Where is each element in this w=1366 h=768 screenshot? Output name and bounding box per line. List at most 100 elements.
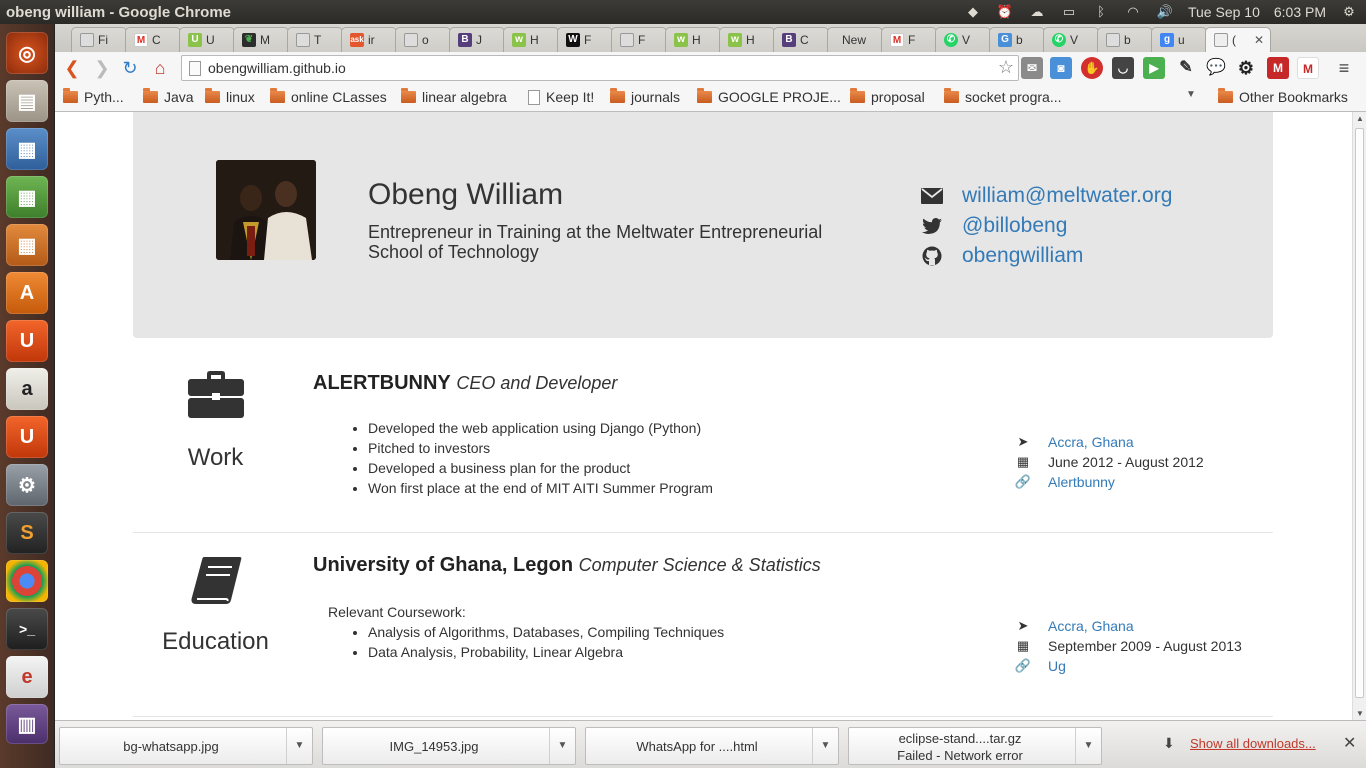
tab[interactable]: Gb [989,27,1045,52]
tab[interactable]: BJ [449,27,505,52]
forward-button[interactable]: ❯ [91,57,113,79]
tab[interactable]: T [287,27,343,52]
tab[interactable]: MF [881,27,937,52]
dropdown-arrow-icon[interactable]: ▼ [549,728,575,764]
dropbox-icon[interactable]: ◆ [964,5,982,19]
sublime-text-icon[interactable]: S [6,512,48,554]
system-settings-icon[interactable]: ⚙ [6,464,48,506]
tab-new-tab[interactable]: New [827,27,883,52]
bookmark-folder[interactable]: online CLasses [270,88,387,105]
page-icon [528,89,540,105]
vertical-scrollbar[interactable]: ▲ ▼ [1352,112,1366,720]
page-info-icon[interactable] [189,61,201,76]
download-item-failed[interactable]: eclipse-stand....tar.gz Failed - Network … [848,727,1102,765]
settings-gear-icon[interactable]: ⚙ [1340,5,1358,19]
tab[interactable]: F [611,27,667,52]
ubuntu-one-icon[interactable]: U [6,320,48,362]
tab[interactable]: gu [1151,27,1207,52]
eclipse-icon[interactable]: e [6,656,48,698]
dropdown-arrow-icon[interactable]: ▼ [286,728,312,764]
education-location-link[interactable]: Accra, Ghana [1048,616,1134,636]
tab[interactable]: WF [557,27,613,52]
tab[interactable]: wH [503,27,559,52]
back-button[interactable]: ❮ [61,57,83,79]
tab[interactable]: ask ir [341,27,397,52]
tab[interactable]: wH [665,27,721,52]
download-item[interactable]: bg-whatsapp.jpg ▼ [59,727,313,765]
work-link[interactable]: Alertbunny [1048,472,1115,492]
bookmark-folder[interactable]: Pyth... [63,88,124,105]
tab[interactable]: MC [125,27,181,52]
tab[interactable]: UU [179,27,235,52]
wifi-icon[interactable]: ◠ [1124,5,1142,19]
show-all-downloads-link[interactable]: Show all downloads... [1190,736,1316,751]
home-button[interactable]: ⌂ [149,57,171,79]
tab[interactable]: ✆ V [935,27,991,52]
ubuntu-dash-icon[interactable]: ◎ [6,32,48,74]
ubuntu-one-music-icon[interactable]: U [6,416,48,458]
bookmark-folder[interactable]: socket progra... [944,88,1062,105]
close-downloads-bar-icon[interactable]: ✕ [1343,733,1356,753]
calc-icon[interactable]: ▦ [6,176,48,218]
volume-icon[interactable]: 🔊 [1156,5,1174,19]
bookmark-link[interactable]: Keep It! [528,89,594,105]
bookmark-folder[interactable]: proposal [850,88,925,105]
screenshot-extension-icon[interactable]: ◙ [1050,57,1072,79]
github-link[interactable]: obengwilliam [962,244,1083,268]
gmail-notifier-icon[interactable]: M [1267,57,1289,79]
reload-button[interactable]: ↻ [119,57,141,79]
terminal-icon[interactable]: >_ [6,608,48,650]
bookmark-star-icon[interactable]: ☆ [998,57,1014,78]
bookmark-folder[interactable]: GOOGLE PROJE... [697,88,841,105]
scroll-up-arrow-icon[interactable]: ▲ [1356,114,1364,123]
battery-icon[interactable]: ▭ [1060,5,1078,19]
dropdown-arrow-icon[interactable]: ▼ [1075,728,1101,764]
bookmark-folder[interactable]: Java [143,88,194,105]
close-tab-icon[interactable]: ✕ [1254,33,1264,47]
tab[interactable]: wH [719,27,775,52]
dropdown-arrow-icon[interactable]: ▼ [812,728,838,764]
tab[interactable]: BC [773,27,829,52]
chrome-menu-icon[interactable]: ≡ [1333,57,1355,79]
alarm-clock-icon[interactable]: ⏰ [996,5,1014,19]
weather-cloud-icon[interactable]: ☁ [1028,5,1046,19]
amazon-icon[interactable]: a [6,368,48,410]
other-bookmarks[interactable]: Other Bookmarks [1218,88,1348,105]
scrollbar-thumb[interactable] [1355,128,1364,698]
date-indicator[interactable]: Tue Sep 10 [1188,4,1260,20]
twitter-link[interactable]: @billobeng [962,214,1067,238]
mail-checker-icon[interactable]: ✉ [1021,57,1043,79]
bluetooth-icon[interactable]: ᛒ [1092,5,1110,19]
bookmark-folder[interactable]: journals [610,88,680,105]
software-center-icon[interactable]: A [6,272,48,314]
work-location-link[interactable]: Accra, Ghana [1048,432,1134,452]
download-item[interactable]: WhatsApp for ....html ▼ [585,727,839,765]
time-indicator[interactable]: 6:03 PM [1274,4,1326,20]
tab[interactable]: Fi [71,27,127,52]
download-item[interactable]: IMG_14953.jpg ▼ [322,727,576,765]
gear-extension-icon[interactable]: ⚙ [1235,57,1257,79]
tab-active[interactable]: (✕ [1205,27,1271,52]
tab[interactable]: ✆ V [1043,27,1099,52]
workspace-switcher-icon[interactable]: ▥ [6,704,48,744]
education-link[interactable]: Ug [1048,656,1066,676]
bookmark-folder[interactable]: linear algebra [401,88,507,105]
chrome-icon[interactable] [6,560,48,602]
bookmark-folder[interactable]: linux [205,88,255,105]
pocket-icon[interactable]: ◡ [1112,57,1134,79]
file-manager-icon[interactable]: ▤ [6,80,48,122]
scroll-down-arrow-icon[interactable]: ▼ [1356,709,1364,718]
email-link[interactable]: william@meltwater.org [962,184,1172,208]
impress-icon[interactable]: ▦ [6,224,48,266]
gmail-icon[interactable]: M [1297,57,1319,79]
tab[interactable]: o [395,27,451,52]
adblock-icon[interactable]: ✋ [1081,57,1103,79]
eyedropper-icon[interactable]: ✎ [1175,57,1197,79]
tab[interactable]: ❦ M [233,27,289,52]
writer-icon[interactable]: ▦ [6,128,48,170]
address-bar[interactable]: obengwilliam.github.io ☆ [181,55,1019,81]
bookmarks-overflow-chevron-icon[interactable]: ▼ [1186,89,1196,100]
evernote-icon[interactable]: ▶ [1143,57,1165,79]
chat-bubble-icon[interactable]: 💬 [1205,57,1227,79]
tab[interactable]: b [1097,27,1153,52]
